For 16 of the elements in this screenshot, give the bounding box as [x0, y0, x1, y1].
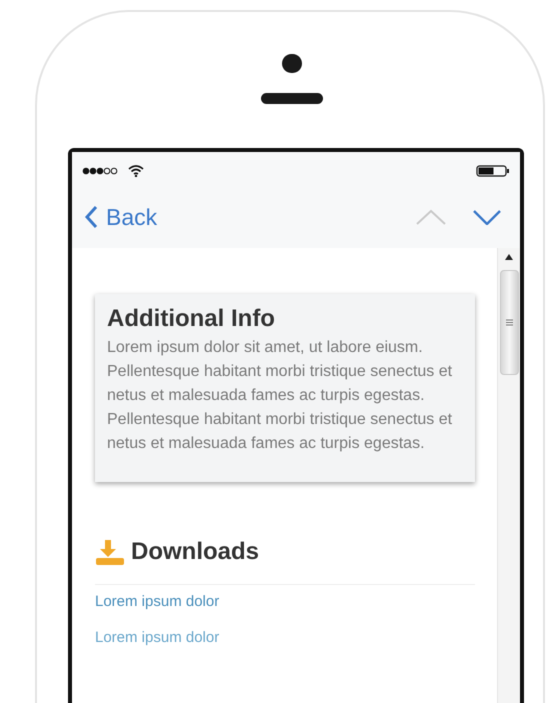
- back-button[interactable]: Back: [84, 200, 158, 234]
- download-icon: [95, 538, 125, 566]
- chevron-down-icon: [472, 208, 502, 225]
- download-link[interactable]: Lorem ipsum dolor: [95, 627, 220, 650]
- chevron-left-icon: [84, 204, 98, 229]
- scroll-up-arrow-icon: [505, 254, 513, 260]
- download-link[interactable]: Lorem ipsum dolor: [95, 590, 220, 614]
- battery-icon: [476, 164, 510, 177]
- card-body-text: Lorem ipsum dolor sit amet, ut labore eiusm. Pellentesque habitant morbi tristique senectus et netus et malesuada fames ac turpis egestas. Pellentesque habitant morbi tristique senectus et netus et malesuada fames ac turpis egestas.: [107, 338, 454, 454]
- grip-icon: [506, 318, 512, 326]
- scrollbar-thumb[interactable]: [500, 270, 518, 375]
- card-title: Additional Info: [107, 304, 276, 334]
- chevron-up-icon: [415, 208, 447, 225]
- downloads-heading: Downloads: [131, 536, 260, 567]
- speaker-slot: [261, 93, 323, 104]
- wifi-icon: [128, 164, 144, 177]
